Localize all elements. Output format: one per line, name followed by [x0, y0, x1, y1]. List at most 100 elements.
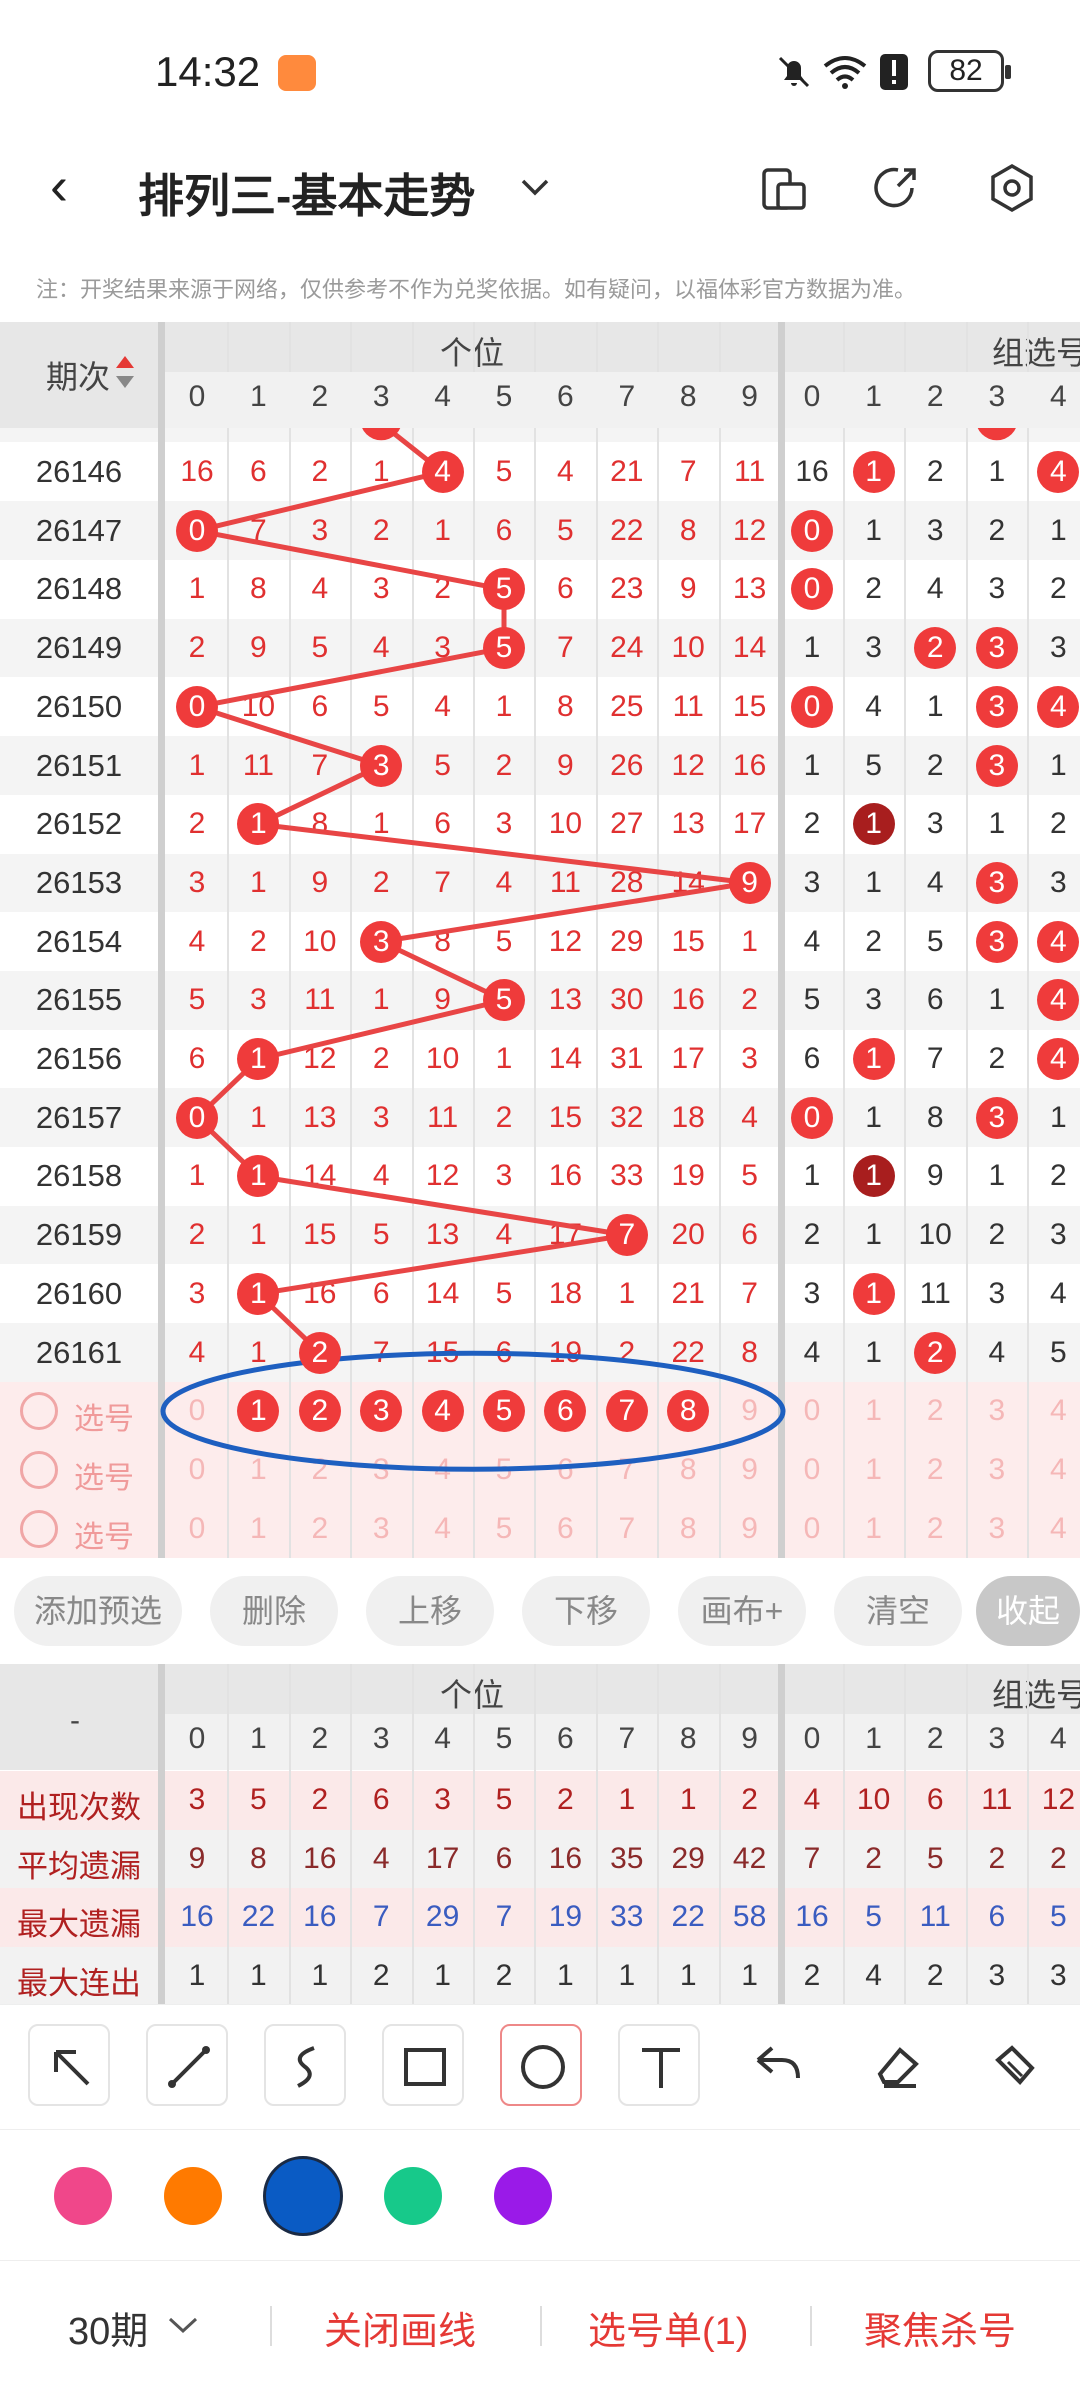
selectable-digit[interactable]: 1 [228, 1453, 288, 1487]
column-divider [904, 322, 907, 1558]
settings-hex-icon[interactable] [984, 160, 1040, 216]
issue-number: 26160 [35, 1275, 123, 1311]
back-icon[interactable]: ‹ [50, 155, 68, 217]
action-button-0[interactable]: 添加预选 [14, 1576, 182, 1646]
focus-kill-button[interactable]: 聚焦杀号 [864, 2300, 1016, 2355]
omission-value: 2 [741, 983, 758, 1017]
winning-ball: 2 [298, 1331, 341, 1374]
eraser-icon[interactable] [854, 2024, 936, 2106]
selectable-digit[interactable]: 5 [474, 1512, 534, 1546]
select-radio[interactable] [20, 1392, 58, 1431]
selectable-digit[interactable]: 7 [597, 1512, 657, 1546]
omission-value: 10 [425, 1042, 460, 1075]
selectable-group-digit[interactable]: 2 [905, 1453, 965, 1487]
pink-color-swatch[interactable] [54, 2167, 112, 2225]
selectable-digit[interactable]: 2 [290, 1512, 350, 1546]
selectable-group-digit[interactable]: 3 [967, 1512, 1027, 1546]
select-radio[interactable] [20, 1509, 58, 1548]
selectable-digit[interactable]: 6 [535, 1512, 595, 1546]
selectable-digit[interactable]: 8 [658, 1512, 718, 1546]
action-button-1[interactable]: 删除 [210, 1576, 338, 1646]
selectable-group-digit[interactable]: 1 [844, 1394, 904, 1428]
selected-ball[interactable]: 4 [421, 1390, 464, 1433]
selectable-digit[interactable]: 0 [167, 1453, 227, 1487]
action-button-4[interactable]: 画布+ [678, 1576, 806, 1646]
arrow-tool-icon[interactable] [28, 2024, 110, 2106]
group2-digit-header: 0 [803, 380, 821, 413]
purple-color-swatch[interactable] [494, 2167, 552, 2225]
omission-value: 1 [188, 572, 206, 606]
period-selector[interactable]: 30期 [68, 2300, 148, 2355]
selected-ball[interactable]: 7 [605, 1390, 648, 1433]
stats-value: 22 [241, 1900, 276, 1933]
selectable-digit[interactable]: 7 [597, 1453, 657, 1487]
clear-brush-icon[interactable] [972, 2024, 1054, 2106]
selectable-group-digit[interactable]: 2 [905, 1394, 965, 1428]
omission-value: 2 [372, 513, 390, 547]
stats-value: 1 [618, 1958, 636, 1992]
action-button-5[interactable]: 清空 [834, 1576, 962, 1646]
selectable-group-digit[interactable]: 1 [844, 1453, 904, 1487]
column-divider [350, 322, 353, 1558]
omission-value: 5 [372, 689, 390, 723]
curve-tool-icon[interactable] [264, 2024, 346, 2106]
line-tool-icon[interactable] [146, 2024, 228, 2106]
period-chevron-icon[interactable] [166, 2314, 200, 2336]
selectable-digit[interactable]: 3 [351, 1453, 411, 1487]
group-hit-ball: 1 [852, 451, 895, 493]
selectable-digit[interactable]: 9 [720, 1453, 780, 1487]
selectable-digit[interactable]: 8 [658, 1453, 718, 1487]
action-button-3[interactable]: 下移 [522, 1576, 650, 1646]
selectable-group-digit[interactable]: 2 [905, 1512, 965, 1546]
omission-value: 15 [303, 1218, 337, 1252]
selectable-group-digit[interactable]: 0 [782, 1512, 842, 1546]
group2-digit-header: 1 [865, 380, 882, 413]
share-icon[interactable] [868, 160, 924, 216]
selectable-group-digit[interactable]: 4 [1028, 1394, 1080, 1428]
selectable-group-digit[interactable]: 0 [782, 1394, 842, 1428]
selectable-digit[interactable]: 3 [351, 1512, 411, 1546]
stats-value: 1 [741, 1958, 758, 1992]
selectable-digit[interactable]: 4 [413, 1453, 473, 1487]
chevron-down-icon[interactable] [518, 175, 552, 199]
pick-list-button[interactable]: 选号单(1) [588, 2300, 748, 2355]
selectable-group-digit[interactable]: 4 [1028, 1512, 1080, 1546]
stats-value: 2 [741, 1783, 758, 1816]
selectable-group-digit[interactable]: 3 [967, 1394, 1027, 1428]
rectangle-tool-icon[interactable] [382, 2024, 464, 2106]
collapse-button[interactable]: 收起 [976, 1576, 1080, 1646]
selectable-digit[interactable]: 4 [413, 1512, 473, 1546]
selected-ball[interactable]: 5 [483, 1390, 525, 1433]
group-omission-value: 2 [988, 1042, 1006, 1075]
circle-tool-icon[interactable] [500, 2024, 582, 2106]
sort-icon[interactable] [114, 354, 136, 390]
selectable-digit[interactable]: 1 [228, 1512, 288, 1546]
selectable-group-digit[interactable]: 0 [782, 1453, 842, 1487]
issue-header[interactable]: 期次 [46, 352, 110, 398]
selectable-digit[interactable]: 9 [720, 1512, 780, 1546]
orange-color-swatch[interactable] [164, 2167, 222, 2225]
action-button-2[interactable]: 上移 [366, 1576, 494, 1646]
page-title[interactable]: 排列三-基本走势 [138, 160, 475, 226]
group-omission-value: 1 [988, 807, 1006, 841]
selectable-digit[interactable]: 0 [167, 1512, 227, 1546]
device-layout-icon[interactable] [756, 160, 812, 216]
undo-icon[interactable] [736, 2024, 818, 2106]
select-radio[interactable] [20, 1450, 58, 1489]
omission-value: 3 [311, 513, 329, 547]
selectable-digit[interactable]: 5 [474, 1453, 534, 1487]
selected-ball[interactable]: 2 [298, 1390, 341, 1433]
selectable-digit[interactable]: 0 [167, 1394, 227, 1428]
close-lines-button[interactable]: 关闭画线 [324, 2300, 476, 2355]
selectable-digit[interactable]: 9 [720, 1394, 780, 1428]
text-tool-icon[interactable] [618, 2024, 700, 2106]
stats-group2-value: 6 [926, 1783, 944, 1816]
blue-color-swatch[interactable] [263, 2156, 343, 2236]
green-color-swatch[interactable] [384, 2167, 442, 2225]
selectable-group-digit[interactable]: 3 [967, 1453, 1027, 1487]
selectable-group-digit[interactable]: 1 [844, 1512, 904, 1546]
selectable-digit[interactable]: 6 [535, 1453, 595, 1487]
group-omission-value: 4 [1050, 1276, 1067, 1310]
selectable-digit[interactable]: 2 [290, 1453, 350, 1487]
selectable-group-digit[interactable]: 4 [1028, 1453, 1080, 1487]
